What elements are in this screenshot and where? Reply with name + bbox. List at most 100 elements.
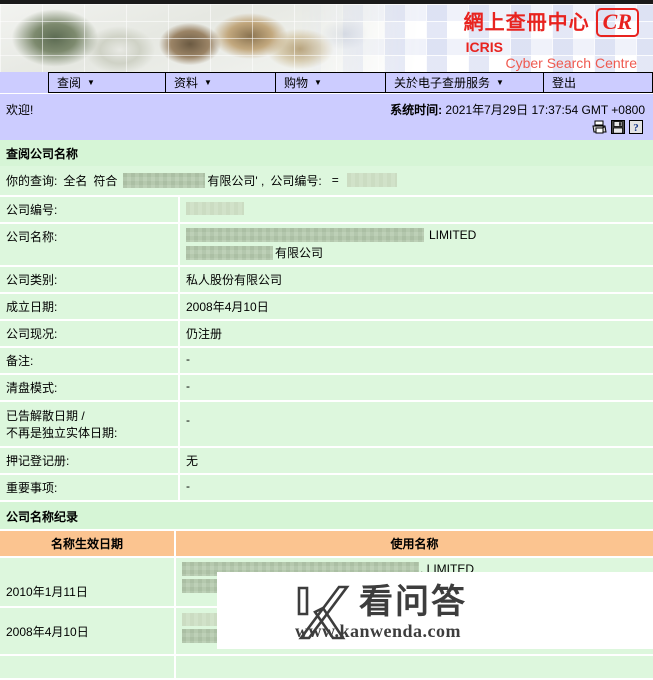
history-section-title: 公司名称纪录 [0, 502, 653, 529]
system-time-label: 系统时间: [390, 103, 443, 117]
query-mode-label: 全名 [63, 173, 88, 188]
site-banner: 網上查冊中心 CR ICRIS Cyber Search Centre [0, 4, 653, 72]
table-row: 公司现况: 仍注册 [0, 321, 653, 346]
detail-label-winding-up-mode: 清盘模式: [0, 375, 180, 400]
save-icon[interactable] [611, 120, 625, 134]
menu-item-information[interactable]: 资料 ▼ [165, 72, 275, 93]
query-name-suffix: 有限公司' , [207, 173, 265, 188]
welcome-message: 欢迎! [6, 103, 34, 117]
menu-item-logout-label: 登出 [552, 75, 577, 90]
chevron-down-icon: ▼ [314, 77, 322, 87]
cr-logo-mark: CR [595, 8, 639, 37]
menu-item-shopping[interactable]: 购物 ▼ [275, 72, 385, 93]
detail-label-dissolution-date: 已告解散日期 / 不再是独立实体日期: [0, 402, 180, 446]
menu-left-spacer [0, 72, 48, 93]
redacted-query-name [123, 172, 206, 188]
menu-item-about-service-label: 关於电子查册服务 [394, 75, 491, 90]
filler-cell-right [176, 656, 653, 678]
query-equals-sign: = [331, 173, 339, 187]
menu-item-logout[interactable]: 登出 [543, 72, 627, 93]
icris-logo: 網上查冊中心 CR ICRIS Cyber Search Centre [464, 8, 639, 70]
chevron-down-icon: ▼ [496, 77, 504, 87]
table-row: 备注: - [0, 348, 653, 373]
chevron-down-icon: ▼ [87, 77, 95, 87]
company-name-history-table: 名称生效日期 使用名称 2010年1月11日 , LIMITED 2008年4月… [0, 529, 653, 680]
main-content: 查阅公司名称 你的查询: 全名 符合 有限公司' , 公司编号: = 公司编号:… [0, 140, 653, 680]
detail-value-important-notes: - [180, 475, 653, 500]
detail-value-dissolution-date: - [180, 402, 653, 446]
column-header-name-used: 使用名称 [176, 531, 653, 556]
printer-icon[interactable] [592, 120, 607, 134]
menu-item-search-label: 查阅 [57, 75, 82, 90]
company-name-cn-suffix: 有限公司 [275, 246, 324, 260]
detail-label-important-notes: 重要事项: [0, 475, 180, 500]
detail-value-remarks: - [180, 348, 653, 373]
filler-cell-left [0, 656, 176, 678]
logo-icris-text: ICRIS [465, 38, 503, 55]
detail-label-company-status: 公司现况: [0, 321, 180, 346]
detail-value-charges-register: 无 [180, 448, 653, 473]
detail-value-winding-up-mode: - [180, 375, 653, 400]
history-name-1-suffix: , LIMITED [420, 562, 475, 576]
history-date-1: 2010年1月11日 [0, 558, 176, 606]
detail-label-remarks: 备注: [0, 348, 180, 373]
redacted-history-name-2-cn [182, 629, 300, 644]
query-summary: 你的查询: 全名 符合 有限公司' , 公司编号: = [0, 166, 653, 195]
detail-value-company-number [180, 197, 653, 222]
svg-text:?: ? [633, 122, 639, 134]
query-match-label: 符合 [93, 173, 118, 188]
redacted-company-name-en [186, 228, 424, 242]
detail-value-company-type: 私人股份有限公司 [180, 267, 653, 292]
table-row: 成立日期: 2008年4月10日 [0, 294, 653, 319]
system-time: 系统时间: 2021年7月29日 17:37:54 GMT +0800 [390, 101, 645, 118]
column-header-effective-date: 名称生效日期 [0, 531, 176, 556]
detail-value-incorporation-date: 2008年4月10日 [180, 294, 653, 319]
history-date-2: 2008年4月10日 [0, 608, 176, 654]
company-details-table: 公司编号: 公司名称: LIMITED 有限公司 公司类别: 私人股份有限公司 … [0, 195, 653, 502]
redacted-history-name-2 [182, 613, 294, 627]
status-bar: 欢迎! 系统时间: 2021年7月29日 17:37:54 GMT +0800 [0, 94, 653, 140]
redacted-company-name-cn [186, 245, 273, 260]
company-name-limited-suffix: LIMITED [429, 228, 477, 242]
query-lead-label: 你的查询: [6, 173, 58, 188]
menu-item-search[interactable]: 查阅 ▼ [48, 72, 165, 93]
system-time-value: 2021年7月29日 17:37:54 GMT +0800 [445, 103, 645, 117]
detail-label-company-number: 公司编号: [0, 197, 180, 222]
table-row-filler [0, 656, 653, 678]
page-title: 查阅公司名称 [0, 140, 653, 166]
query-company-no-label: 公司编号: [270, 173, 322, 188]
table-row: 清盘模式: - [0, 375, 653, 400]
redacted-history-name-1 [182, 562, 419, 576]
detail-label-company-name: 公司名称: [0, 224, 180, 265]
detail-label-charges-register: 押记登记册: [0, 448, 180, 473]
table-row: 公司类别: 私人股份有限公司 [0, 267, 653, 292]
table-row: 重要事项: - [0, 475, 653, 500]
detail-label-incorporation-date: 成立日期: [0, 294, 180, 319]
menu-item-about-service[interactable]: 关於电子查册服务 ▼ [385, 72, 543, 93]
help-icon[interactable]: ? [629, 120, 643, 134]
table-row: 押记登记册: 无 [0, 448, 653, 473]
table-row: 2010年1月11日 , LIMITED [0, 558, 653, 606]
detail-value-company-name: LIMITED 有限公司 [180, 224, 653, 265]
table-row: 公司编号: [0, 197, 653, 222]
table-header-row: 名称生效日期 使用名称 [0, 531, 653, 556]
detail-value-company-status: 仍注册 [180, 321, 653, 346]
detail-label-company-type: 公司类别: [0, 267, 180, 292]
table-row: 已告解散日期 / 不再是独立实体日期: - [0, 402, 653, 446]
redacted-company-number [186, 202, 244, 216]
redacted-query-company-no [346, 173, 397, 187]
logo-subtitle: Cyber Search Centre [505, 54, 637, 71]
menu-right-filler [627, 72, 653, 93]
logo-chinese-title: 網上查冊中心 [463, 10, 590, 35]
menu-item-information-label: 资料 [174, 75, 199, 90]
toolbar-icons: ? [592, 120, 643, 134]
chevron-down-icon: ▼ [204, 77, 212, 87]
main-menu-bar: 查阅 ▼ 资料 ▼ 购物 ▼ 关於电子查册服务 ▼ 登出 [0, 72, 653, 94]
menu-item-shopping-label: 购物 [284, 75, 309, 90]
table-row: 公司名称: LIMITED 有限公司 [0, 224, 653, 265]
redacted-history-name-1-cn [182, 578, 275, 593]
detail-label-dissolution-date-line1: 已告解散日期 / [6, 409, 85, 423]
table-row: 2008年4月10日 [0, 608, 653, 654]
detail-label-dissolution-date-line2: 不再是独立实体日期: [6, 426, 118, 440]
history-name-2 [176, 608, 653, 654]
